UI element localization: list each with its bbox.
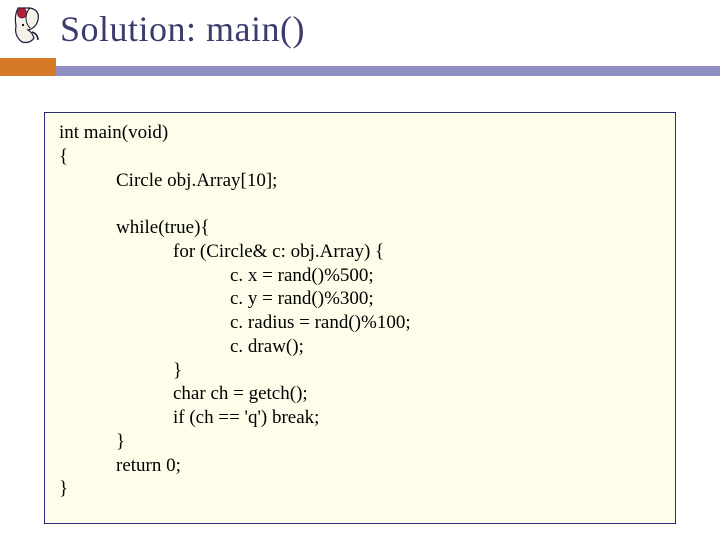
- accent-purple-bar: [56, 66, 720, 76]
- accent-orange-block: [0, 58, 56, 76]
- code-text: int main(void) { Circle obj.Array[10]; w…: [59, 121, 661, 501]
- content-area: int main(void) { Circle obj.Array[10]; w…: [0, 76, 720, 544]
- slide-title: Solution: main(): [60, 8, 305, 50]
- duke-logo: [8, 2, 54, 46]
- code-block: int main(void) { Circle obj.Array[10]; w…: [44, 112, 676, 524]
- accent-bar: [0, 58, 720, 76]
- slide-header: Solution: main(): [0, 0, 720, 58]
